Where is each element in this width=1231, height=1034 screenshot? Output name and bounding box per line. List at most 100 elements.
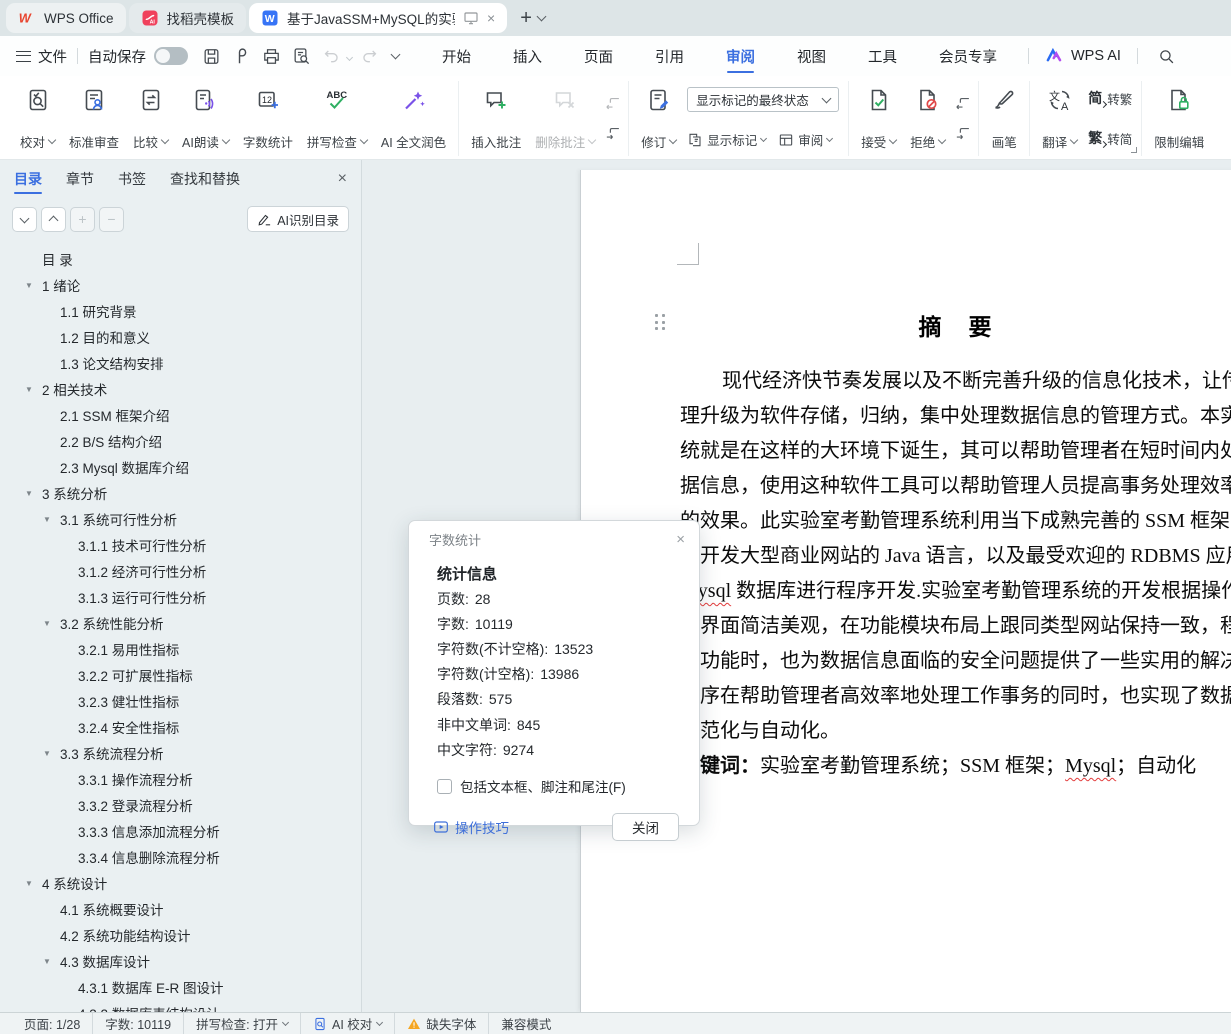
toc-item[interactable]: ▼ 3.1.1 技术可行性分析 — [0, 532, 361, 558]
toc-item[interactable]: ▼ 3.1.3 运行可行性分析 — [0, 584, 361, 610]
standard-review-button[interactable]: 标准审查 — [62, 81, 126, 156]
collapse-all-button[interactable] — [12, 206, 37, 232]
document-text-line[interactable]: 理升级为软件存储，归纳，集中处理数据信息的管理方式。本实验室考勤管理 — [680, 399, 1231, 434]
toc-item[interactable]: ▼ 4.1 系统概要设计 — [0, 896, 361, 922]
toc-item[interactable]: ▼ 2.1 SSM 框架介绍 — [0, 402, 361, 428]
toc-item[interactable]: ▼ 4.3 数据库设计 — [0, 948, 361, 974]
print-preview-button[interactable] — [289, 44, 313, 68]
autosave-control[interactable]: 自动保存 — [88, 46, 188, 67]
toc-item[interactable]: ▼ 3.2 系统性能分析 — [0, 610, 361, 636]
markup-state-dropdown[interactable]: 显示标记的最终状态 — [687, 87, 840, 112]
show-markup-button[interactable]: 显示标记 — [687, 130, 768, 149]
document-text-line[interactable]: 的界面简洁美观，在功能模块布局上跟同类型网站保持一致，程序在实现基本 — [680, 609, 1231, 644]
toc-item[interactable]: ▼ 1 绪论 — [0, 272, 361, 298]
document-text-line[interactable]: 的效果。此实验室考勤管理系统利用当下成熟完善的 SSM 框架，使用跨平台 — [680, 504, 1231, 539]
toc-expand-arrow-icon[interactable]: ▼ — [25, 489, 42, 498]
toc-item[interactable]: ▼ 2.2 B/S 结构介绍 — [0, 428, 361, 454]
menu-tab[interactable]: 视图 — [776, 36, 847, 76]
to-traditional-button[interactable]: 简 转繁 — [1088, 88, 1132, 108]
sidebar-tab[interactable]: 查找和替换 — [170, 160, 240, 198]
toc-item[interactable]: ▼ 3.2.1 易用性指标 — [0, 636, 361, 662]
tab-docer-templates[interactable]: AI 找稻壳模板 — [128, 3, 247, 33]
accept-button[interactable]: 接受 — [854, 81, 903, 156]
toc-item[interactable]: ▼ 目 录 — [0, 246, 361, 272]
sidebar-tab[interactable]: 章节 — [66, 160, 94, 198]
toc-expand-arrow-icon[interactable]: ▼ — [43, 749, 60, 758]
menu-tab[interactable]: 引用 — [634, 36, 705, 76]
spell-check-button[interactable]: ABC 拼写检查 — [300, 81, 374, 156]
toc-item[interactable]: ▼ 1.3 论文结构安排 — [0, 350, 361, 376]
toc-item[interactable]: ▼ 4.2 系统功能结构设计 — [0, 922, 361, 948]
document-text-line[interactable]: 统就是在这样的大环境下诞生，其可以帮助管理者在短时间内处理完毕庞大的 — [680, 434, 1231, 469]
paragraph-drag-handle-icon[interactable] — [655, 314, 669, 333]
insert-comment-button[interactable]: 插入批注 — [464, 81, 528, 156]
sidebar-tab[interactable]: 目录 — [14, 160, 42, 198]
close-dialog-button[interactable]: 关闭 — [612, 813, 679, 842]
toc-expand-arrow-icon[interactable]: ▼ — [43, 619, 60, 628]
hamburger-icon[interactable] — [16, 50, 31, 62]
tab-list-chevron-icon[interactable] — [536, 11, 547, 22]
menu-tab[interactable]: 审阅 — [705, 36, 776, 76]
menu-tab[interactable]: 工具 — [847, 36, 918, 76]
proofread-button[interactable]: 校对 — [13, 81, 62, 156]
toc-item[interactable]: ▼ 3 系统分析 — [0, 480, 361, 506]
file-menu[interactable]: 文件 — [38, 46, 67, 67]
toc-item[interactable]: ▼ 3.2.3 健壮性指标 — [0, 688, 361, 714]
review-pane-button[interactable]: 审阅 — [778, 130, 834, 149]
ai-polish-button[interactable]: AI 全文润色 — [374, 81, 453, 156]
toc-item[interactable]: ▼ 3.2.2 可扩展性指标 — [0, 662, 361, 688]
tab-wps-office[interactable]: W WPS Office — [6, 3, 126, 33]
print-button[interactable] — [259, 44, 283, 68]
toolbar-more-chevron-icon[interactable] — [390, 49, 401, 60]
include-textboxes-checkbox[interactable] — [437, 778, 452, 794]
compare-button[interactable]: 比较 — [126, 81, 175, 156]
document-text-line[interactable]: 程序在帮助管理者高效率地处理工作事务的同时，也实现了数据信息的整体化 — [680, 679, 1231, 714]
toc-item[interactable]: ▼ 3.3 系统流程分析 — [0, 740, 361, 766]
toc-item[interactable]: ▼ 1.2 目的和意义 — [0, 324, 361, 350]
toc-expand-arrow-icon[interactable]: ▼ — [25, 385, 42, 394]
toc-item[interactable]: ▼ 3.3.3 信息添加流程分析 — [0, 818, 361, 844]
document-text-line[interactable]: 规范化与自动化。 — [680, 714, 1231, 749]
document-text-line[interactable]: 求功能时，也为数据信息面临的安全问题提供了一些实用的解决方案。可以说 — [680, 644, 1231, 679]
toc-item[interactable]: ▼ 4.3.1 数据库 E-R 图设计 — [0, 974, 361, 1000]
delete-comment-button[interactable]: 删除批注 — [528, 81, 602, 156]
menu-tab[interactable]: 开始 — [421, 36, 492, 76]
document-body[interactable]: 现代经济快节奏发展以及不断完善升级的信息化技术，让传统数据信息的 理升级为软件存… — [680, 364, 1231, 784]
next-change-icon[interactable] — [954, 125, 971, 142]
toc-expand-arrow-icon[interactable]: ▼ — [43, 957, 60, 966]
menu-tab[interactable]: 插入 — [492, 36, 563, 76]
document-text-line[interactable]: 据信息，使用这种软件工具可以帮助管理人员提高事务处理效率，达到事半功 — [680, 469, 1231, 504]
toc-item[interactable]: ▼ 3.3.1 操作流程分析 — [0, 766, 361, 792]
toc-item[interactable]: ▼ 1.1 研究背景 — [0, 298, 361, 324]
status-word-count[interactable]: 字数: 10119 — [92, 1012, 183, 1034]
export-pdf-button[interactable] — [229, 44, 253, 68]
status-spell-check[interactable]: 拼写检查: 打开 — [183, 1012, 300, 1034]
save-button[interactable] — [199, 44, 223, 68]
group-dialog-launcher-icon[interactable] — [1130, 146, 1138, 154]
wps-ai-button[interactable]: WPS AI — [1039, 46, 1127, 66]
new-tab-button[interactable]: + — [520, 8, 532, 28]
tips-link[interactable]: 操作技巧 — [433, 817, 509, 837]
toc-expand-arrow-icon[interactable]: ▼ — [43, 515, 60, 524]
translate-button[interactable]: 文A 翻译 — [1035, 81, 1084, 156]
reject-button[interactable]: 拒绝 — [903, 81, 952, 156]
toc-item[interactable]: ▼ 3.1.2 经济可行性分析 — [0, 558, 361, 584]
document-heading[interactable]: 摘 要 — [831, 308, 1081, 342]
autosave-toggle[interactable] — [154, 47, 188, 65]
close-sidebar-icon[interactable]: × — [338, 170, 347, 188]
toc-item[interactable]: ▼ 2.3 Mysql 数据库介绍 — [0, 454, 361, 480]
menu-tab[interactable]: 会员专享 — [918, 36, 1018, 76]
menu-tab[interactable]: 页面 — [563, 36, 634, 76]
document-text-line[interactable]: 现代经济快节奏发展以及不断完善升级的信息化技术，让传统数据信息的 — [680, 364, 1231, 399]
brush-button[interactable]: 画笔 — [984, 81, 1024, 156]
sidebar-tab[interactable]: 书签 — [118, 160, 146, 198]
keywords-line[interactable]: 关键词：实验室考勤管理系统；SSM 框架；Mysql；自动化 — [680, 749, 1231, 784]
document-text-line[interactable]: 可开发大型商业网站的 Java 语言，以及最受欢迎的 RDBMS 应用软件之一 — [680, 539, 1231, 574]
toc-expand-arrow-icon[interactable]: ▼ — [25, 879, 42, 888]
status-ai-proofread[interactable]: AI 校对 — [300, 1012, 394, 1034]
toc-item[interactable]: ▼ 3.3.2 登录流程分析 — [0, 792, 361, 818]
toc-expand-arrow-icon[interactable]: ▼ — [25, 281, 42, 290]
to-simplified-button[interactable]: 繁 转简 — [1088, 128, 1132, 148]
restrict-edit-button[interactable]: 限制编辑 — [1147, 81, 1211, 156]
toc-item[interactable]: ▼ 3.2.4 安全性指标 — [0, 714, 361, 740]
